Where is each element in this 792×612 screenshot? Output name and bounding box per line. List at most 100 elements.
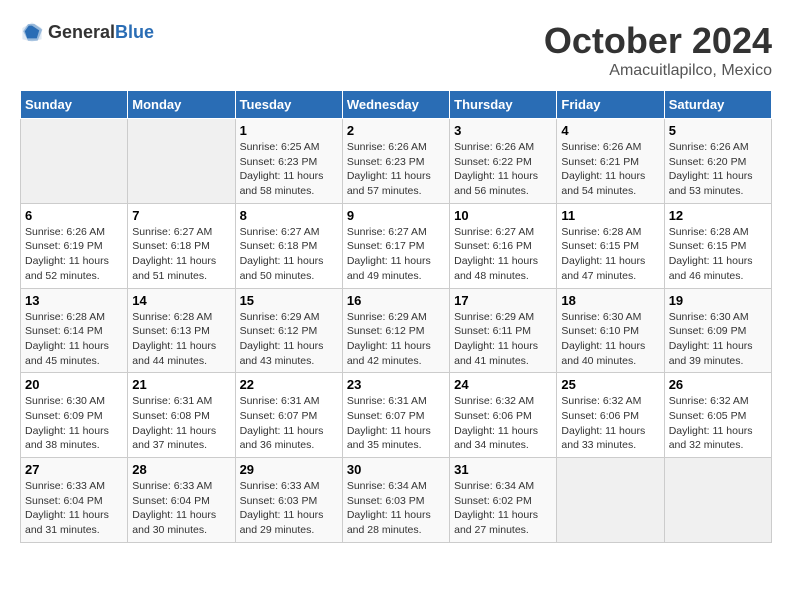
calendar-week-row: 13 Sunrise: 6:28 AM Sunset: 6:14 PM Dayli… [21, 288, 772, 373]
day-info: Sunrise: 6:28 AM Sunset: 6:14 PM Dayligh… [25, 310, 123, 369]
day-number: 7 [132, 208, 230, 223]
day-number: 22 [240, 377, 338, 392]
calendar-cell: 25Sunrise: 6:32 AM Sunset: 6:06 PM Dayli… [557, 373, 664, 458]
day-number: 16 [347, 293, 445, 308]
day-number: 20 [25, 377, 123, 392]
day-info: Sunrise: 6:30 AM Sunset: 6:10 PM Dayligh… [561, 310, 659, 369]
calendar-cell: 27 Sunrise: 6:33 AM Sunset: 6:04 PM Dayli… [21, 458, 128, 543]
day-info: Sunrise: 6:33 AM Sunset: 6:03 PM Dayligh… [240, 479, 338, 538]
day-number: 5 [669, 123, 767, 138]
day-number: 10 [454, 208, 552, 223]
calendar-cell: 21 Sunrise: 6:31 AM Sunset: 6:08 PM Dayli… [128, 373, 235, 458]
day-number: 28 [132, 462, 230, 477]
calendar-week-row: 1 Sunrise: 6:25 AM Sunset: 6:23 PM Daylig… [21, 119, 772, 204]
day-number: 4 [561, 123, 659, 138]
day-number: 6 [25, 208, 123, 223]
calendar-header-tuesday: Tuesday [235, 91, 342, 119]
day-number: 19 [669, 293, 767, 308]
day-info: Sunrise: 6:32 AM Sunset: 6:06 PM Dayligh… [561, 394, 659, 453]
day-info: Sunrise: 6:26 AM Sunset: 6:23 PM Dayligh… [347, 140, 445, 199]
calendar-cell: 7 Sunrise: 6:27 AM Sunset: 6:18 PM Daylig… [128, 203, 235, 288]
calendar-cell: 20 Sunrise: 6:30 AM Sunset: 6:09 PM Dayli… [21, 373, 128, 458]
day-number: 17 [454, 293, 552, 308]
calendar-header-row: SundayMondayTuesdayWednesdayThursdayFrid… [21, 91, 772, 119]
day-info: Sunrise: 6:26 AM Sunset: 6:19 PM Dayligh… [25, 225, 123, 284]
day-info: Sunrise: 6:29 AM Sunset: 6:11 PM Dayligh… [454, 310, 552, 369]
day-number: 18 [561, 293, 659, 308]
day-info: Sunrise: 6:28 AM Sunset: 6:15 PM Dayligh… [669, 225, 767, 284]
calendar-week-row: 27 Sunrise: 6:33 AM Sunset: 6:04 PM Dayli… [21, 458, 772, 543]
day-info: Sunrise: 6:26 AM Sunset: 6:20 PM Dayligh… [669, 140, 767, 199]
calendar-cell: 28 Sunrise: 6:33 AM Sunset: 6:04 PM Dayli… [128, 458, 235, 543]
calendar-cell: 5 Sunrise: 6:26 AM Sunset: 6:20 PM Daylig… [664, 119, 771, 204]
day-info: Sunrise: 6:31 AM Sunset: 6:08 PM Dayligh… [132, 394, 230, 453]
calendar-header-thursday: Thursday [450, 91, 557, 119]
calendar-cell: 10 Sunrise: 6:27 AM Sunset: 6:16 PM Dayli… [450, 203, 557, 288]
day-info: Sunrise: 6:27 AM Sunset: 6:18 PM Dayligh… [240, 225, 338, 284]
calendar-header-friday: Friday [557, 91, 664, 119]
calendar-cell: 23 Sunrise: 6:31 AM Sunset: 6:07 PM Dayli… [342, 373, 449, 458]
day-info: Sunrise: 6:33 AM Sunset: 6:04 PM Dayligh… [132, 479, 230, 538]
day-info: Sunrise: 6:27 AM Sunset: 6:17 PM Dayligh… [347, 225, 445, 284]
page-title: October 2024 [544, 20, 772, 62]
logo-general: General [48, 22, 115, 42]
day-number: 21 [132, 377, 230, 392]
logo-text: GeneralBlue [48, 22, 154, 43]
day-number: 23 [347, 377, 445, 392]
calendar-cell: 14 Sunrise: 6:28 AM Sunset: 6:13 PM Dayli… [128, 288, 235, 373]
calendar-cell: 29 Sunrise: 6:33 AM Sunset: 6:03 PM Dayli… [235, 458, 342, 543]
calendar-cell: 1 Sunrise: 6:25 AM Sunset: 6:23 PM Daylig… [235, 119, 342, 204]
calendar-header-monday: Monday [128, 91, 235, 119]
day-number: 29 [240, 462, 338, 477]
calendar-cell: 18 Sunrise: 6:30 AM Sunset: 6:10 PM Dayli… [557, 288, 664, 373]
calendar-cell: 12 Sunrise: 6:28 AM Sunset: 6:15 PM Dayli… [664, 203, 771, 288]
day-number: 31 [454, 462, 552, 477]
day-number: 13 [25, 293, 123, 308]
logo: GeneralBlue [20, 20, 154, 44]
calendar-header-saturday: Saturday [664, 91, 771, 119]
day-number: 12 [669, 208, 767, 223]
day-number: 1 [240, 123, 338, 138]
calendar-week-row: 6 Sunrise: 6:26 AM Sunset: 6:19 PM Daylig… [21, 203, 772, 288]
day-number: 2 [347, 123, 445, 138]
day-info: Sunrise: 6:30 AM Sunset: 6:09 PM Dayligh… [669, 310, 767, 369]
day-number: 30 [347, 462, 445, 477]
day-info: Sunrise: 6:26 AM Sunset: 6:22 PM Dayligh… [454, 140, 552, 199]
title-block: October 2024 Amacuitlapilco, Mexico [544, 20, 772, 80]
day-info: Sunrise: 6:27 AM Sunset: 6:16 PM Dayligh… [454, 225, 552, 284]
page-subtitle: Amacuitlapilco, Mexico [544, 62, 772, 80]
day-info: Sunrise: 6:28 AM Sunset: 6:15 PM Dayligh… [561, 225, 659, 284]
calendar-cell: 9 Sunrise: 6:27 AM Sunset: 6:17 PM Daylig… [342, 203, 449, 288]
calendar-table: SundayMondayTuesdayWednesdayThursdayFrid… [20, 90, 772, 543]
day-info: Sunrise: 6:34 AM Sunset: 6:02 PM Dayligh… [454, 479, 552, 538]
day-info: Sunrise: 6:29 AM Sunset: 6:12 PM Dayligh… [347, 310, 445, 369]
day-number: 8 [240, 208, 338, 223]
calendar-cell: 15Sunrise: 6:29 AM Sunset: 6:12 PM Dayli… [235, 288, 342, 373]
day-info: Sunrise: 6:29 AM Sunset: 6:12 PM Dayligh… [240, 310, 338, 369]
calendar-cell: 3Sunrise: 6:26 AM Sunset: 6:22 PM Daylig… [450, 119, 557, 204]
day-info: Sunrise: 6:25 AM Sunset: 6:23 PM Dayligh… [240, 140, 338, 199]
day-number: 11 [561, 208, 659, 223]
day-number: 9 [347, 208, 445, 223]
day-info: Sunrise: 6:32 AM Sunset: 6:06 PM Dayligh… [454, 394, 552, 453]
day-info: Sunrise: 6:32 AM Sunset: 6:05 PM Dayligh… [669, 394, 767, 453]
day-info: Sunrise: 6:27 AM Sunset: 6:18 PM Dayligh… [132, 225, 230, 284]
day-info: Sunrise: 6:31 AM Sunset: 6:07 PM Dayligh… [347, 394, 445, 453]
day-number: 14 [132, 293, 230, 308]
calendar-cell: 4 Sunrise: 6:26 AM Sunset: 6:21 PM Daylig… [557, 119, 664, 204]
calendar-header-sunday: Sunday [21, 91, 128, 119]
calendar-cell: 17 Sunrise: 6:29 AM Sunset: 6:11 PM Dayli… [450, 288, 557, 373]
calendar-header-wednesday: Wednesday [342, 91, 449, 119]
calendar-week-row: 20 Sunrise: 6:30 AM Sunset: 6:09 PM Dayli… [21, 373, 772, 458]
day-info: Sunrise: 6:26 AM Sunset: 6:21 PM Dayligh… [561, 140, 659, 199]
day-info: Sunrise: 6:30 AM Sunset: 6:09 PM Dayligh… [25, 394, 123, 453]
day-number: 27 [25, 462, 123, 477]
calendar-cell: 11 Sunrise: 6:28 AM Sunset: 6:15 PM Dayli… [557, 203, 664, 288]
day-info: Sunrise: 6:33 AM Sunset: 6:04 PM Dayligh… [25, 479, 123, 538]
day-info: Sunrise: 6:34 AM Sunset: 6:03 PM Dayligh… [347, 479, 445, 538]
calendar-cell: 24Sunrise: 6:32 AM Sunset: 6:06 PM Dayli… [450, 373, 557, 458]
calendar-cell: 30 Sunrise: 6:34 AM Sunset: 6:03 PM Dayli… [342, 458, 449, 543]
calendar-cell: 31 Sunrise: 6:34 AM Sunset: 6:02 PM Dayli… [450, 458, 557, 543]
day-info: Sunrise: 6:28 AM Sunset: 6:13 PM Dayligh… [132, 310, 230, 369]
calendar-cell: 22Sunrise: 6:31 AM Sunset: 6:07 PM Dayli… [235, 373, 342, 458]
